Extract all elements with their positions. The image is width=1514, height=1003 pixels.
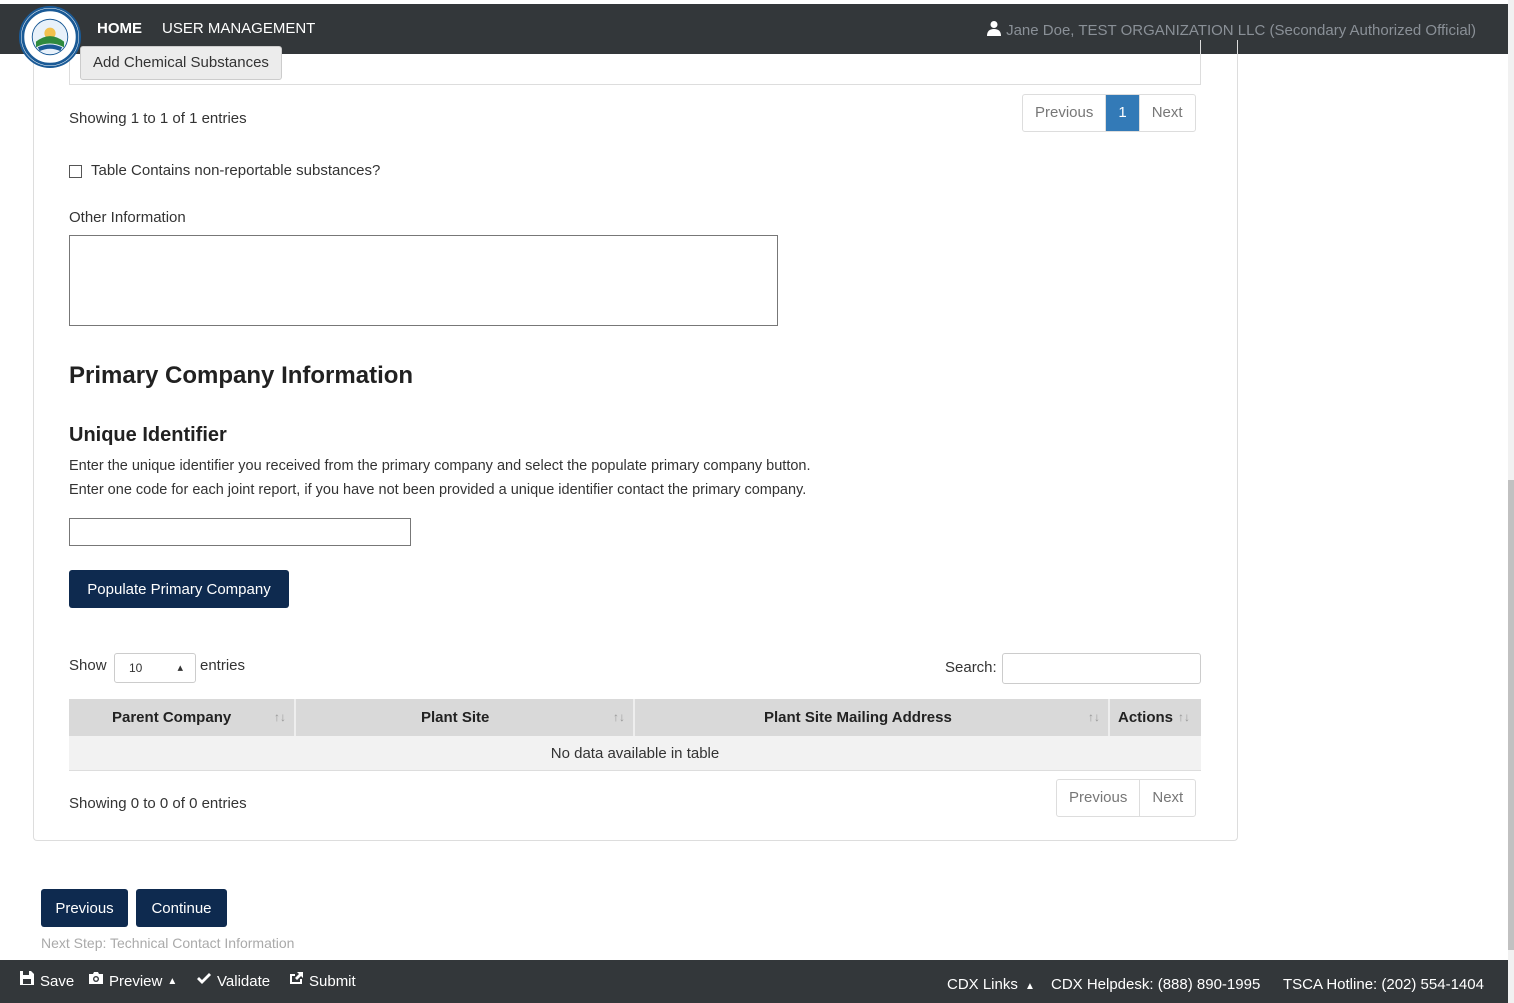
table-header: Parent Company ↑↓ Plant Site ↑↓ Plant Si…	[69, 699, 1201, 736]
column-divider	[633, 699, 635, 736]
col-parent-company[interactable]: Parent Company	[112, 699, 231, 736]
uid-instruction-2: Enter one code for each joint report, if…	[69, 482, 807, 498]
preview-menu[interactable]: Preview ▲	[88, 960, 177, 1003]
sort-icon[interactable]: ↑↓	[274, 699, 286, 736]
unique-identifier-input[interactable]	[69, 518, 411, 546]
nav-user-management-link[interactable]: USER MANAGEMENT	[162, 20, 315, 37]
entries-per-page-select[interactable]: 10 ▴	[114, 653, 196, 683]
validate-label: Validate	[217, 972, 271, 990]
caret-up-icon: ▲	[1025, 981, 1035, 992]
preview-label: Preview	[109, 972, 163, 990]
cdx-helpdesk-info: CDX Helpdesk: (888) 890-1995	[1051, 976, 1261, 993]
col-plant-site-mailing-address[interactable]: Plant Site Mailing Address	[764, 699, 952, 736]
show-label: Show	[69, 657, 107, 674]
substances-previous-page[interactable]: Previous	[1023, 95, 1105, 131]
substances-showing-info: Showing 1 to 1 of 1 entries	[69, 110, 247, 127]
companies-pagination: Previous Next	[1056, 779, 1197, 817]
column-divider	[1108, 699, 1110, 736]
share-icon	[288, 956, 304, 1003]
user-name: Jane Doe, TEST ORGANIZATION LLC (Seconda…	[1006, 21, 1476, 39]
substances-pagination: Previous 1 Next	[1022, 94, 1196, 132]
add-chemical-substances-button[interactable]: Add Chemical Substances	[80, 46, 282, 80]
submit-label: Submit	[309, 972, 356, 990]
unique-identifier-heading: Unique Identifier	[69, 424, 227, 446]
epa-seal-logo[interactable]	[19, 6, 81, 68]
submit-button[interactable]: Submit	[288, 960, 356, 1003]
scrollbar-thumb[interactable]	[1508, 480, 1514, 950]
sort-icon[interactable]: ↑↓	[1178, 699, 1190, 736]
primary-company-heading: Primary Company Information	[69, 362, 414, 389]
substances-next-page[interactable]: Next	[1138, 95, 1195, 131]
column-divider	[294, 699, 296, 736]
sort-icon[interactable]: ↑↓	[1088, 699, 1100, 736]
table-row: No data available in table	[69, 736, 1201, 771]
save-icon	[19, 960, 35, 1003]
save-label: Save	[40, 973, 75, 990]
entries-label: entries	[200, 657, 246, 674]
nonreportable-label: Table Contains non-reportable substances…	[91, 162, 381, 179]
caret-up-icon: ▲	[167, 975, 178, 987]
col-plant-site[interactable]: Plant Site	[421, 699, 489, 736]
companies-next-page[interactable]: Next	[1139, 780, 1195, 816]
empty-table-message: No data available in table	[550, 745, 720, 762]
validate-button[interactable]: Validate	[196, 960, 270, 1003]
save-button[interactable]: Save	[19, 960, 74, 1003]
companies-showing-info: Showing 0 to 0 of 0 entries	[69, 795, 247, 812]
search-label: Search:	[945, 659, 997, 676]
cdx-links-label: CDX Links	[947, 976, 1018, 993]
sort-icon[interactable]: ↑↓	[613, 699, 625, 736]
other-information-label: Other Information	[69, 209, 186, 226]
other-information-textarea[interactable]	[69, 235, 778, 326]
substances-page-1[interactable]: 1	[1105, 95, 1139, 131]
wizard-continue-button[interactable]: Continue	[136, 889, 227, 927]
nav-home-link[interactable]: HOME	[97, 20, 142, 37]
col-actions[interactable]: Actions	[1118, 699, 1173, 736]
table-search-input[interactable]	[1002, 653, 1201, 684]
nonreportable-checkbox[interactable]	[69, 165, 82, 178]
next-step-hint: Next Step: Technical Contact Information	[41, 935, 295, 951]
checkmark-icon	[196, 956, 212, 1003]
cdx-links-menu[interactable]: CDX Links ▲	[947, 976, 1035, 993]
camera-icon	[88, 956, 104, 1003]
wizard-previous-button[interactable]: Previous	[41, 889, 128, 927]
companies-previous-page[interactable]: Previous	[1057, 780, 1139, 816]
populate-primary-company-button[interactable]: Populate Primary Company	[69, 570, 289, 608]
entries-select-value: 10	[129, 661, 143, 675]
user-menu[interactable]: Jane Doe, TEST ORGANIZATION LLC (Seconda…	[986, 20, 1476, 40]
user-icon	[986, 20, 1002, 40]
tsca-hotline-info: TSCA Hotline: (202) 554-1404	[1283, 976, 1484, 993]
uid-instruction-1: Enter the unique identifier you received…	[69, 458, 811, 474]
select-caret-icon: ▴	[177, 662, 183, 674]
footer-toolbar: Save Preview ▲ Validate Submit CDX Links…	[0, 960, 1508, 1003]
